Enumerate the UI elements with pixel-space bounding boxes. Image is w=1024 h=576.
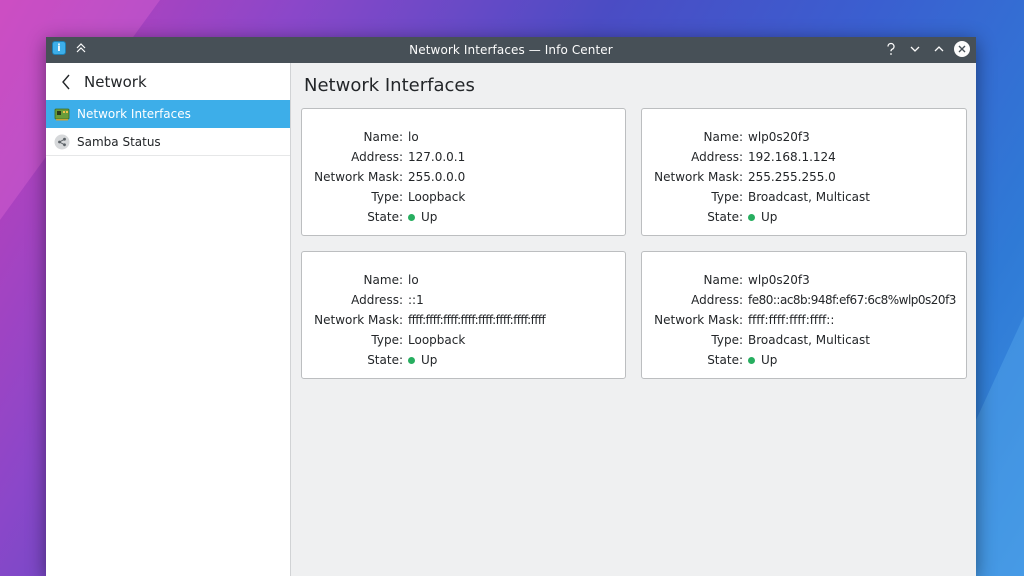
- state-up-icon: [408, 356, 415, 364]
- state-up-icon: [748, 213, 755, 221]
- type-label: Type:: [371, 333, 403, 347]
- address-label: Address:: [351, 293, 403, 307]
- mask-value: ffff:ffff:ffff:ffff:ffff:ffff:ffff:ffff: [408, 313, 546, 327]
- window-title: Network Interfaces — Info Center: [409, 43, 613, 57]
- type-value: Broadcast, Multicast: [748, 190, 870, 204]
- address-value: ::1: [408, 293, 424, 307]
- sidebar-item-label: Network Interfaces: [77, 106, 191, 121]
- type-label: Type:: [711, 333, 743, 347]
- state-label: State:: [367, 353, 403, 367]
- type-value: Loopback: [408, 333, 466, 347]
- interface-card: Name: wlp0s20f3 Address: fe80::ac8b:948f:e…: [641, 251, 967, 379]
- state-up-icon: [408, 213, 415, 221]
- interface-card: Name: lo Address:::1 Network Mask: ffff:ff…: [301, 251, 626, 379]
- address-value: 192.168.1.124: [748, 150, 836, 164]
- mask-value: 255.0.0.0: [408, 170, 466, 184]
- name-value: wlp0s20f3: [748, 273, 810, 287]
- address-label: Address:: [691, 293, 743, 307]
- state-label: State:: [367, 210, 403, 224]
- maximize-button[interactable]: [930, 40, 948, 58]
- name-label: Name:: [703, 273, 743, 287]
- sidebar-item-label: Samba Status: [77, 134, 161, 149]
- state-label: State:: [707, 353, 743, 367]
- mask-label: Network Mask:: [654, 313, 743, 327]
- interface-card: Name: wlp0s20f3 Address: 192.168.1.124 Net…: [641, 108, 967, 236]
- state-value: Up: [421, 353, 438, 367]
- name-label: Name:: [363, 273, 403, 287]
- back-arrow-icon[interactable]: [58, 74, 74, 90]
- state-value: Up: [761, 353, 778, 367]
- address-label: Address:: [351, 150, 403, 164]
- state-value: Up: [761, 210, 778, 224]
- sidebar-item-samba-status[interactable]: Samba Status: [46, 128, 290, 156]
- address-label: Address:: [691, 150, 743, 164]
- network-card-icon: [54, 106, 70, 122]
- info-center-window: i Network Interfaces — Info Center Netwo…: [46, 37, 976, 576]
- info-center-app-icon[interactable]: i: [52, 41, 66, 55]
- address-value: fe80::ac8b:948f:ef67:6c8%wlp0s20f3: [748, 293, 956, 307]
- state-label: State:: [707, 210, 743, 224]
- name-label: Name:: [363, 130, 403, 144]
- name-value: wlp0s20f3: [748, 130, 810, 144]
- mask-label: Network Mask:: [314, 313, 403, 327]
- interface-card: Name: lo Address: 127.0.0.1 Network Mask: 2…: [301, 108, 626, 236]
- title-bar[interactable]: i Network Interfaces — Info Center: [46, 37, 976, 63]
- sidebar-header: Network: [46, 63, 290, 100]
- sidebar-title: Network: [84, 72, 147, 91]
- mask-label: Network Mask:: [654, 170, 743, 184]
- name-value: lo: [408, 130, 419, 144]
- close-button[interactable]: [954, 41, 970, 57]
- keep-above-icon[interactable]: [74, 41, 88, 55]
- name-label: Name:: [703, 130, 743, 144]
- state-up-icon: [748, 356, 755, 364]
- minimize-button[interactable]: [906, 40, 924, 58]
- sidebar-item-network-interfaces[interactable]: Network Interfaces: [46, 100, 290, 128]
- type-value: Loopback: [408, 190, 466, 204]
- sidebar: Network Network Interfaces Samba Status: [46, 63, 291, 576]
- type-label: Type:: [711, 190, 743, 204]
- name-value: lo: [408, 273, 419, 287]
- mask-value: ffff:ffff:ffff:ffff::: [748, 313, 835, 327]
- mask-label: Network Mask:: [314, 170, 403, 184]
- address-value: 127.0.0.1: [408, 150, 466, 164]
- type-label: Type:: [371, 190, 403, 204]
- type-value: Broadcast, Multicast: [748, 333, 870, 347]
- help-button[interactable]: [882, 40, 900, 58]
- page-title: Network Interfaces: [304, 75, 475, 96]
- state-value: Up: [421, 210, 438, 224]
- mask-value: 255.255.255.0: [748, 170, 836, 184]
- share-icon: [54, 134, 70, 150]
- main-panel: Network Interfaces Name: lo Address: 127.0…: [291, 63, 976, 576]
- interface-cards: Name: lo Address: 127.0.0.1 Network Mask: 2…: [301, 108, 967, 379]
